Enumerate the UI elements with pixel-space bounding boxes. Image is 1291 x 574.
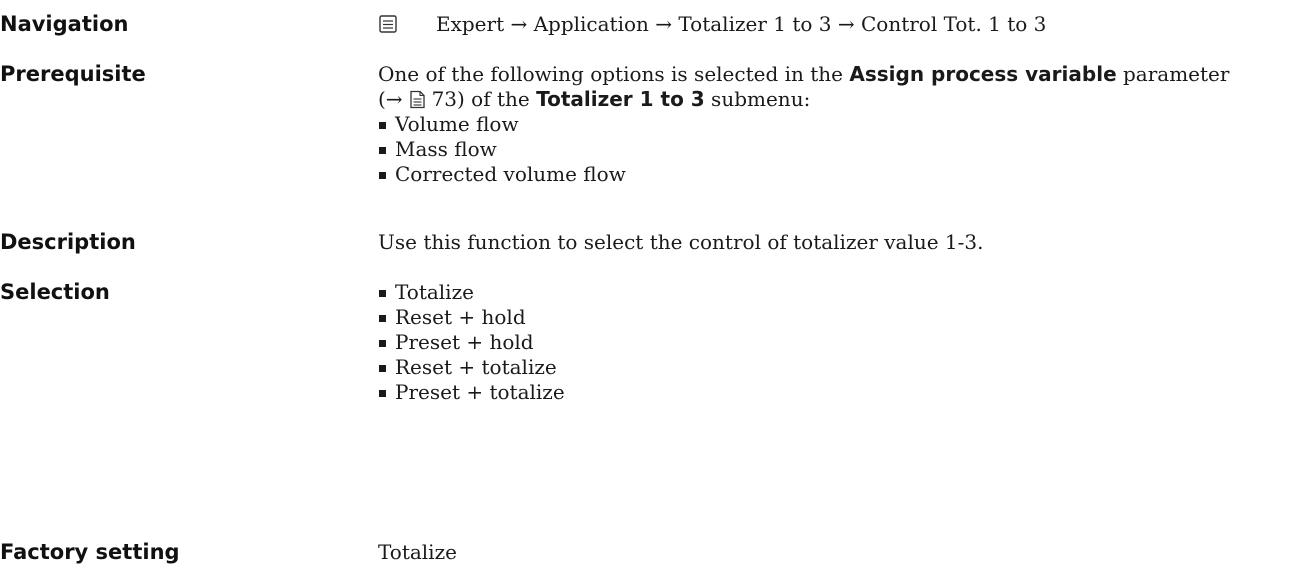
list-item: Corrected volume flow <box>378 162 1229 187</box>
menu-display-icon <box>378 14 398 34</box>
selection-options-list: Totalize Reset + hold Preset + hold Rese… <box>378 280 565 405</box>
prerequisite-line-2: (→ 73) of the Totalizer 1 to 3 submenu: <box>378 87 1229 112</box>
description-text: Use this function to select the control … <box>378 230 984 254</box>
navigation-label: Navigation <box>0 12 129 36</box>
prerequisite-text: One of the following options is selected… <box>378 62 850 86</box>
prerequisite-text: submenu: <box>704 87 811 111</box>
page-reference-arrow: (→ <box>378 87 403 111</box>
prerequisite-text: of the <box>464 87 537 111</box>
page-reference-icon[interactable] <box>409 90 426 109</box>
submenu-name: Totalizer 1 to 3 <box>536 87 705 111</box>
description-label: Description <box>0 230 136 254</box>
factory-setting-label: Factory setting <box>0 540 180 564</box>
list-item: Reset + totalize <box>378 355 565 380</box>
navigation-content: Expert → Application → Totalizer 1 to 3 … <box>378 12 1046 37</box>
factory-setting-value: Totalize <box>378 540 457 564</box>
prerequisite-line-1: One of the following options is selected… <box>378 62 1229 87</box>
list-item: Mass flow <box>378 137 1229 162</box>
prerequisite-options-list: Volume flow Mass flow Corrected volume f… <box>378 112 1229 187</box>
list-item: Preset + totalize <box>378 380 565 405</box>
prerequisite-label: Prerequisite <box>0 62 146 86</box>
list-item: Reset + hold <box>378 305 565 330</box>
parameter-name: Assign process variable <box>849 62 1117 86</box>
selection-label: Selection <box>0 280 110 304</box>
prerequisite-content: One of the following options is selected… <box>378 62 1229 187</box>
page-reference-number[interactable]: 73) <box>432 87 465 111</box>
prerequisite-text: parameter <box>1116 62 1230 86</box>
list-item: Preset + hold <box>378 330 565 355</box>
selection-content: Totalize Reset + hold Preset + hold Rese… <box>378 280 565 405</box>
navigation-path: Expert → Application → Totalizer 1 to 3 … <box>436 12 1047 36</box>
list-item: Totalize <box>378 280 565 305</box>
list-item: Volume flow <box>378 112 1229 137</box>
